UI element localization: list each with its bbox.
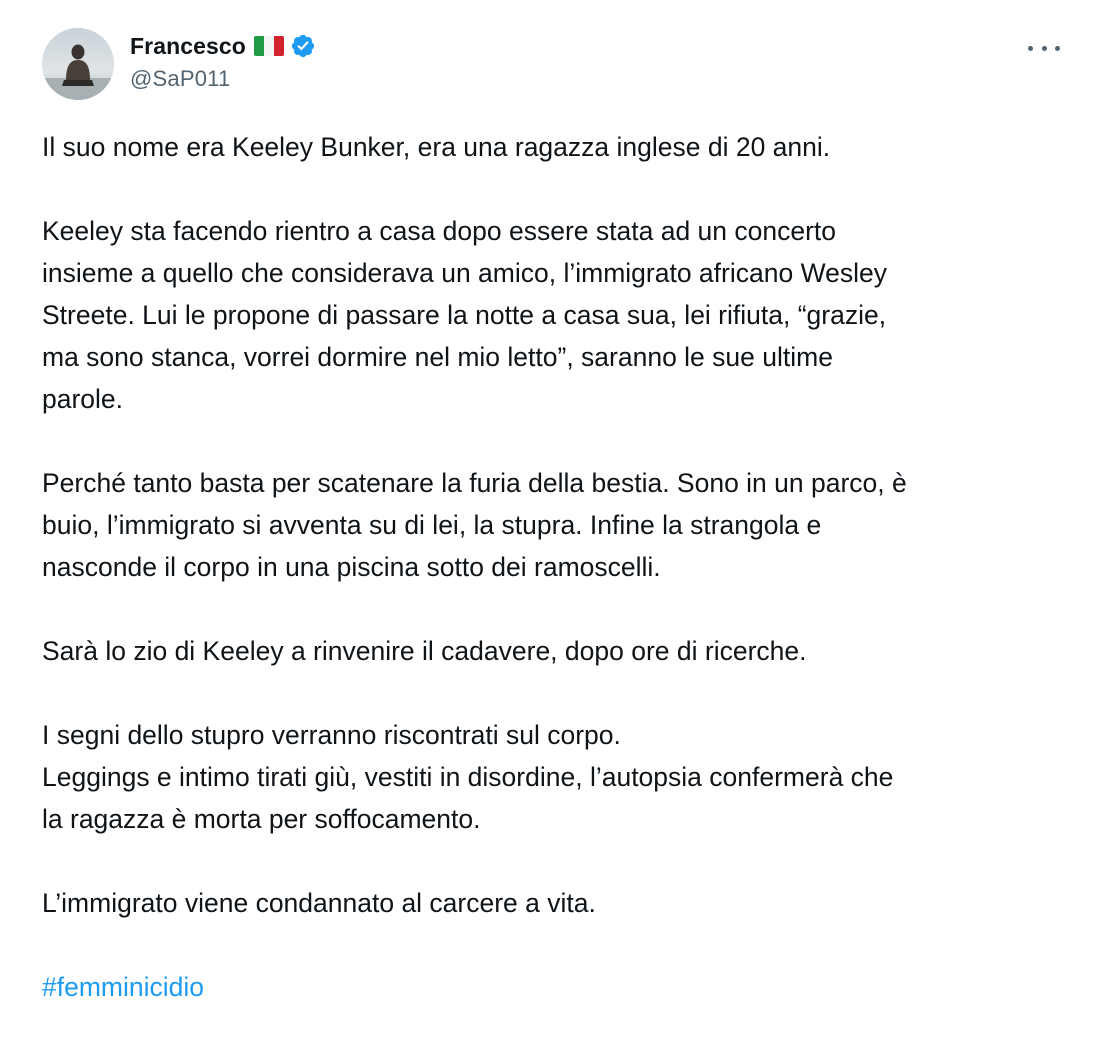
- display-name[interactable]: Francesco: [130, 33, 246, 60]
- tweet-line: Perché tanto basta per scatenare la furi…: [42, 468, 907, 498]
- tweet-line: ma sono stanca, vorrei dormire nel mio l…: [42, 342, 833, 372]
- tweet-paragraph: Il suo nome era Keeley Bunker, era una r…: [42, 126, 1072, 168]
- verified-badge-icon[interactable]: [290, 33, 316, 59]
- tweet-line: la ragazza è morta per soffocamento.: [42, 804, 481, 834]
- tweet-line: Streete. Lui le propone di passare la no…: [42, 300, 887, 330]
- tweet-line: Sarà lo zio di Keeley a rinvenire il cad…: [42, 636, 807, 666]
- tweet-line: I segni dello stupro verranno riscontrat…: [42, 720, 621, 750]
- tweet-line: Il suo nome era Keeley Bunker, era una r…: [42, 132, 831, 162]
- tweet-text: Il suo nome era Keeley Bunker, era una r…: [42, 126, 1072, 1008]
- tweet-line: buio, l’immigrato si avventa su di lei, …: [42, 510, 822, 540]
- tweet-paragraph: #femminicidio: [42, 966, 1072, 1008]
- author-names: Francesco @SaP011: [130, 30, 316, 92]
- tweet-line: parole.: [42, 384, 124, 414]
- tweet-line: Keeley sta facendo rientro a casa dopo e…: [42, 216, 837, 246]
- tweet-line: nasconde il corpo in una piscina sotto d…: [42, 552, 661, 582]
- tweet-paragraph: Perché tanto basta per scatenare la furi…: [42, 462, 1072, 588]
- tweet-line: L’immigrato viene condannato al carcere …: [42, 888, 596, 918]
- avatar[interactable]: [42, 28, 114, 100]
- tweet-paragraph: I segni dello stupro verranno riscontrat…: [42, 714, 1072, 840]
- author-name-row: Francesco: [130, 30, 316, 62]
- tweet-line: insieme a quello che considerava un amic…: [42, 258, 887, 288]
- tweet-header: Francesco @SaP011: [42, 28, 1070, 100]
- tweet-paragraph: Keeley sta facendo rientro a casa dopo e…: [42, 210, 1072, 420]
- tweet-paragraph: L’immigrato viene condannato al carcere …: [42, 882, 1072, 924]
- more-options-icon[interactable]: [1028, 38, 1060, 58]
- tweet-paragraph: Sarà lo zio di Keeley a rinvenire il cad…: [42, 630, 1072, 672]
- hashtag-link[interactable]: #femminicidio: [42, 972, 204, 1002]
- tweet-line: Leggings e intimo tirati giù, vestiti in…: [42, 762, 894, 792]
- italy-flag-icon: [253, 36, 284, 56]
- author-handle[interactable]: @SaP011: [130, 66, 316, 92]
